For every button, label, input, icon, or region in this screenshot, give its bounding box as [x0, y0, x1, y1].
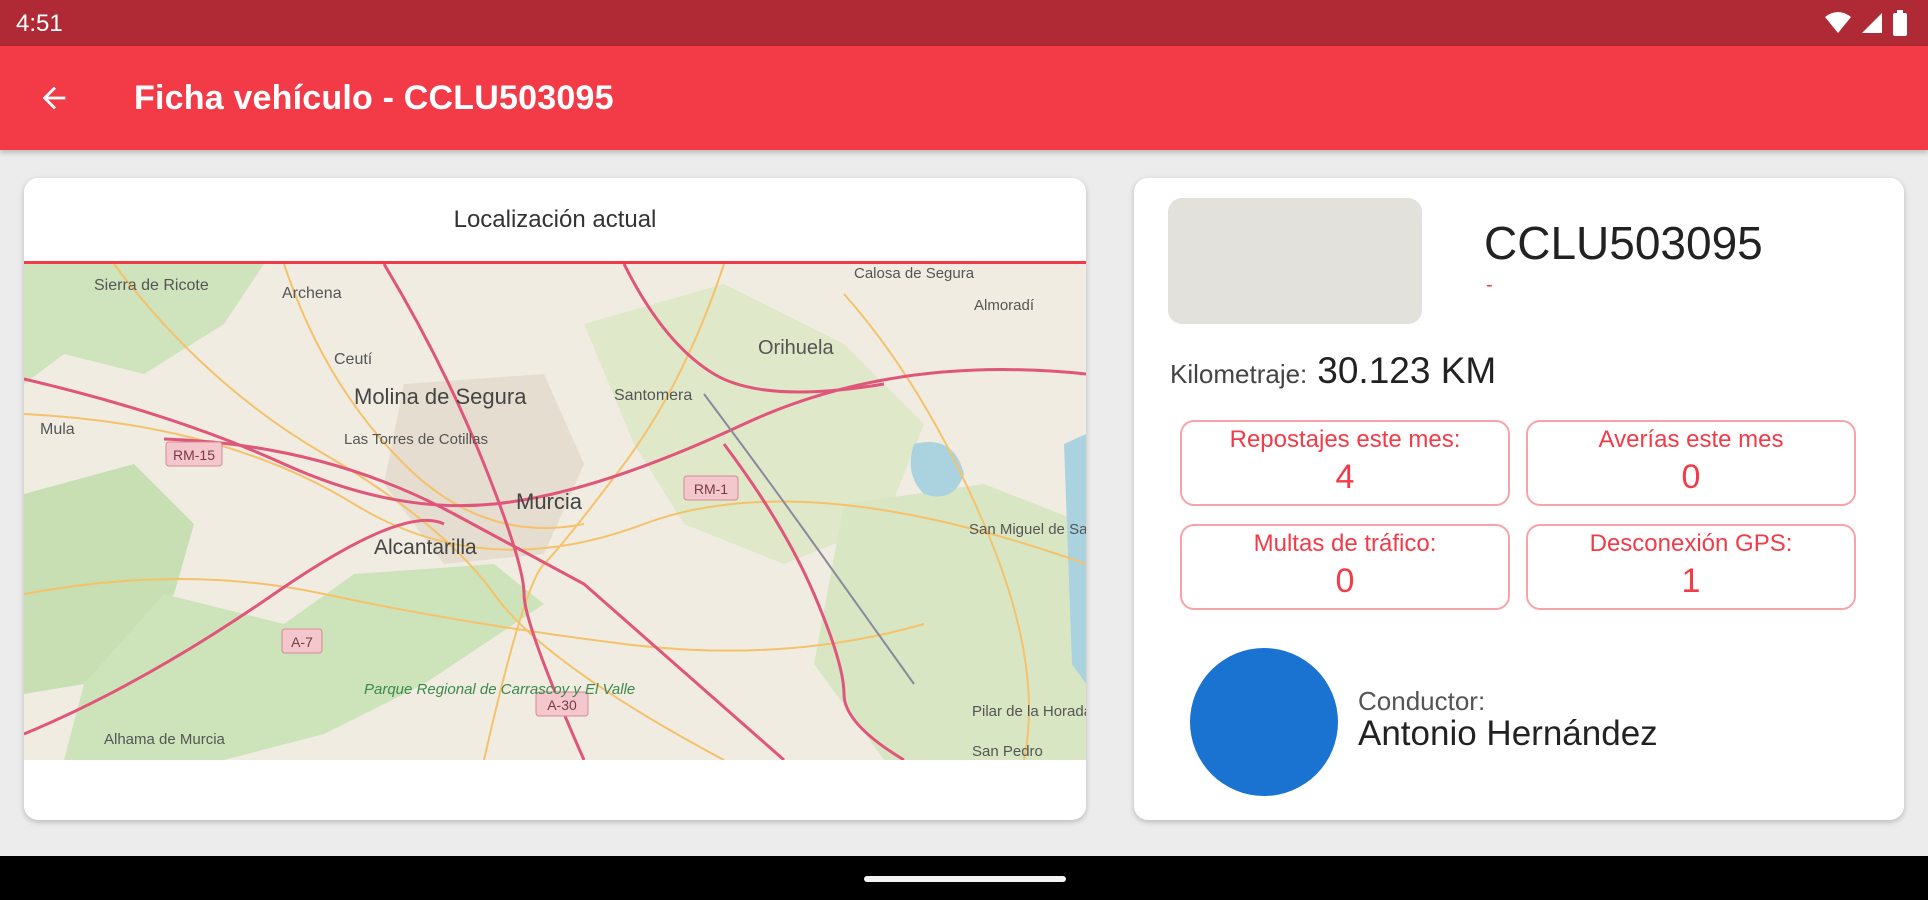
map-label: Las Torres de Cotillas — [344, 431, 488, 448]
status-time: 4:51 — [16, 10, 63, 37]
location-card: Localización actual Sierra de Ricote Arc… — [24, 178, 1086, 820]
battery-icon — [1893, 10, 1907, 36]
map-label: Sierra de Ricote — [94, 277, 209, 294]
map-label: Almoradí — [974, 297, 1035, 314]
map-label: Santomera — [614, 387, 692, 404]
map-label: Alcantarilla — [374, 536, 477, 559]
vehicle-subtitle: - — [1486, 274, 1493, 296]
app-bar: Ficha vehículo - CCLU503095 — [0, 46, 1928, 150]
wifi-icon — [1825, 12, 1851, 33]
road-shield-label: A-30 — [547, 697, 577, 713]
driver-name: Antonio Hernández — [1358, 714, 1658, 753]
stat-label: Repostajes este mes: — [1229, 426, 1461, 453]
navigation-bar — [0, 856, 1928, 900]
stat-value: 4 — [1335, 458, 1355, 496]
mileage-row: Kilometraje: 30.123 KM — [1170, 350, 1496, 392]
stat-gps-disconnections[interactable]: Desconexión GPS: 1 — [1526, 524, 1856, 610]
stat-value: 0 — [1335, 562, 1355, 600]
map-label: Archena — [282, 285, 342, 302]
stat-value: 1 — [1681, 562, 1701, 600]
map-label: Orihuela — [758, 337, 834, 359]
stat-label: Multas de tráfico: — [1253, 530, 1437, 557]
map-label: Ceutí — [334, 351, 373, 368]
map-label: Calosa de Segura — [854, 265, 975, 282]
map-label: Mula — [40, 421, 75, 438]
driver-label: Conductor: — [1358, 686, 1486, 716]
vehicle-photo — [1168, 198, 1422, 324]
stat-refuels[interactable]: Repostajes este mes: 4 — [1180, 420, 1510, 506]
home-gesture-handle[interactable] — [864, 876, 1066, 882]
location-map[interactable]: Sierra de Ricote Archena Calosa de Segur… — [24, 264, 1086, 760]
map-canvas: Sierra de Ricote Archena Calosa de Segur… — [24, 264, 1086, 760]
signal-icon — [1862, 13, 1882, 33]
road-shield-label: RM-1 — [694, 481, 728, 497]
road-shield-label: RM-15 — [173, 447, 215, 463]
status-bar: 4:51 — [0, 0, 1928, 46]
mileage-label: Kilometraje: — [1170, 359, 1308, 389]
map-label: Alhama de Murcia — [104, 731, 226, 748]
driver-avatar[interactable] — [1190, 648, 1338, 796]
arrow-back-icon — [42, 86, 66, 110]
page-title: Ficha vehículo - CCLU503095 — [134, 79, 614, 117]
vehicle-info-card: CCLU503095 - Kilometraje: 30.123 KM Repo… — [1134, 178, 1904, 820]
stat-value: 0 — [1681, 458, 1701, 496]
road-shield-label: A-7 — [291, 634, 313, 650]
mileage-value: 30.123 KM — [1317, 350, 1497, 391]
map-label: San Pedro — [972, 743, 1043, 760]
vehicle-plate: CCLU503095 — [1484, 217, 1763, 269]
map-label: Murcia — [516, 489, 583, 514]
location-card-header: Localización actual — [24, 178, 1086, 264]
map-label: Molina de Segura — [354, 384, 527, 409]
map-label: Pilar de la Horadada — [972, 703, 1086, 720]
stat-traffic-fines[interactable]: Multas de tráfico: 0 — [1180, 524, 1510, 610]
system-icons — [1824, 10, 1908, 36]
map-label: Parque Regional de Carrascoy y El Valle — [364, 681, 635, 698]
stat-breakdowns[interactable]: Averías este mes 0 — [1526, 420, 1856, 506]
stat-label: Desconexión GPS: — [1589, 530, 1793, 557]
back-button[interactable] — [30, 74, 78, 122]
map-label: San Miguel de Salinas — [969, 521, 1086, 538]
stat-label: Averías este mes — [1598, 426, 1784, 453]
